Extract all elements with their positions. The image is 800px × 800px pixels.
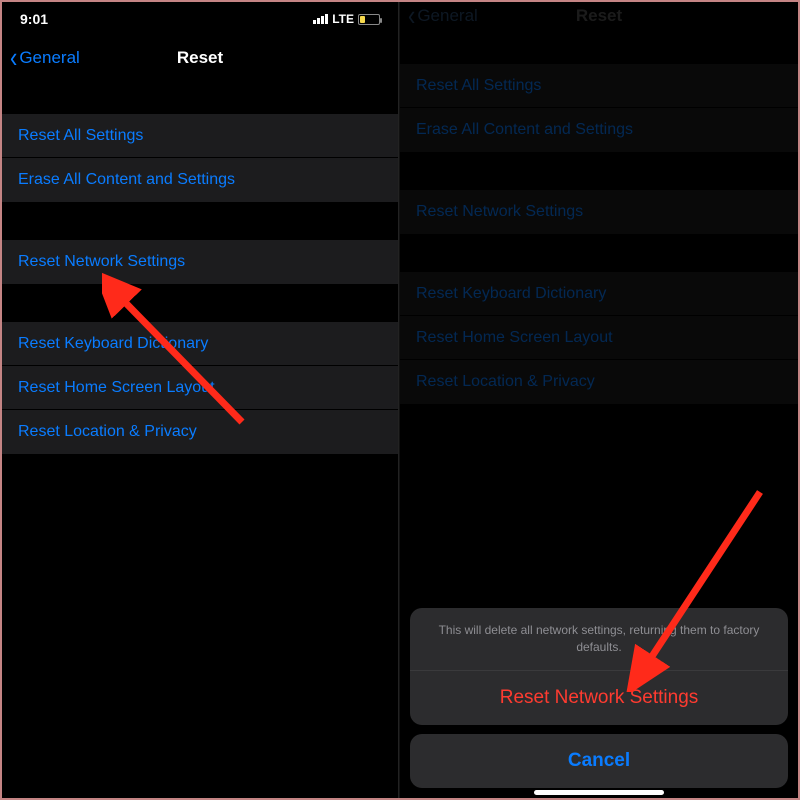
reset-location-privacy[interactable]: Reset Location & Privacy [2, 410, 398, 454]
group-3-b: Reset Keyboard Dictionary Reset Home Scr… [400, 272, 798, 404]
sheet-message: This will delete all network settings, r… [410, 608, 788, 671]
reset-home-screen-layout-b[interactable]: Reset Home Screen Layout [400, 316, 798, 360]
group-2: Reset Network Settings [2, 240, 398, 284]
cancel-button[interactable]: Cancel [410, 734, 788, 788]
back-label: General [417, 6, 477, 26]
reset-network-settings[interactable]: Reset Network Settings [2, 240, 398, 284]
group-3: Reset Keyboard Dictionary Reset Home Scr… [2, 322, 398, 454]
group-1-b: Reset All Settings Erase All Content and… [400, 64, 798, 152]
reset-network-settings-b[interactable]: Reset Network Settings [400, 190, 798, 234]
page-title: Reset [177, 48, 223, 68]
screen-left: 9:01 LTE ‹ General Reset Reset All Setti… [2, 2, 399, 798]
group-1: Reset All Settings Erase All Content and… [2, 114, 398, 202]
chevron-left-icon: ‹ [10, 44, 17, 73]
back-label: General [19, 48, 79, 68]
action-sheet: This will delete all network settings, r… [410, 608, 788, 788]
clock: 9:01 [20, 11, 48, 27]
chevron-left-icon: ‹ [408, 2, 415, 30]
page-title-dim: Reset [576, 6, 622, 26]
confirm-reset-network-button[interactable]: Reset Network Settings [410, 671, 788, 725]
back-button[interactable]: ‹ General [10, 47, 80, 69]
erase-all-content[interactable]: Erase All Content and Settings [2, 158, 398, 202]
carrier-label: LTE [332, 12, 354, 26]
erase-all-content-b[interactable]: Erase All Content and Settings [400, 108, 798, 152]
reset-keyboard-dictionary-b[interactable]: Reset Keyboard Dictionary [400, 272, 798, 316]
group-2-b: Reset Network Settings [400, 190, 798, 234]
reset-location-privacy-b[interactable]: Reset Location & Privacy [400, 360, 798, 404]
reset-keyboard-dictionary[interactable]: Reset Keyboard Dictionary [2, 322, 398, 366]
screen-right: ‹ General Reset Reset All Settings Erase… [400, 2, 798, 798]
reset-all-settings-b[interactable]: Reset All Settings [400, 64, 798, 108]
status-bar: 9:01 LTE [2, 2, 398, 36]
back-button-dim[interactable]: ‹ General [408, 5, 478, 27]
reset-home-screen-layout[interactable]: Reset Home Screen Layout [2, 366, 398, 410]
dim-nav-bar: ‹ General Reset [400, 2, 798, 30]
home-indicator[interactable] [534, 790, 664, 795]
reset-all-settings[interactable]: Reset All Settings [2, 114, 398, 158]
nav-bar: ‹ General Reset [2, 36, 398, 80]
battery-icon [358, 14, 380, 25]
signal-icon [313, 14, 328, 24]
